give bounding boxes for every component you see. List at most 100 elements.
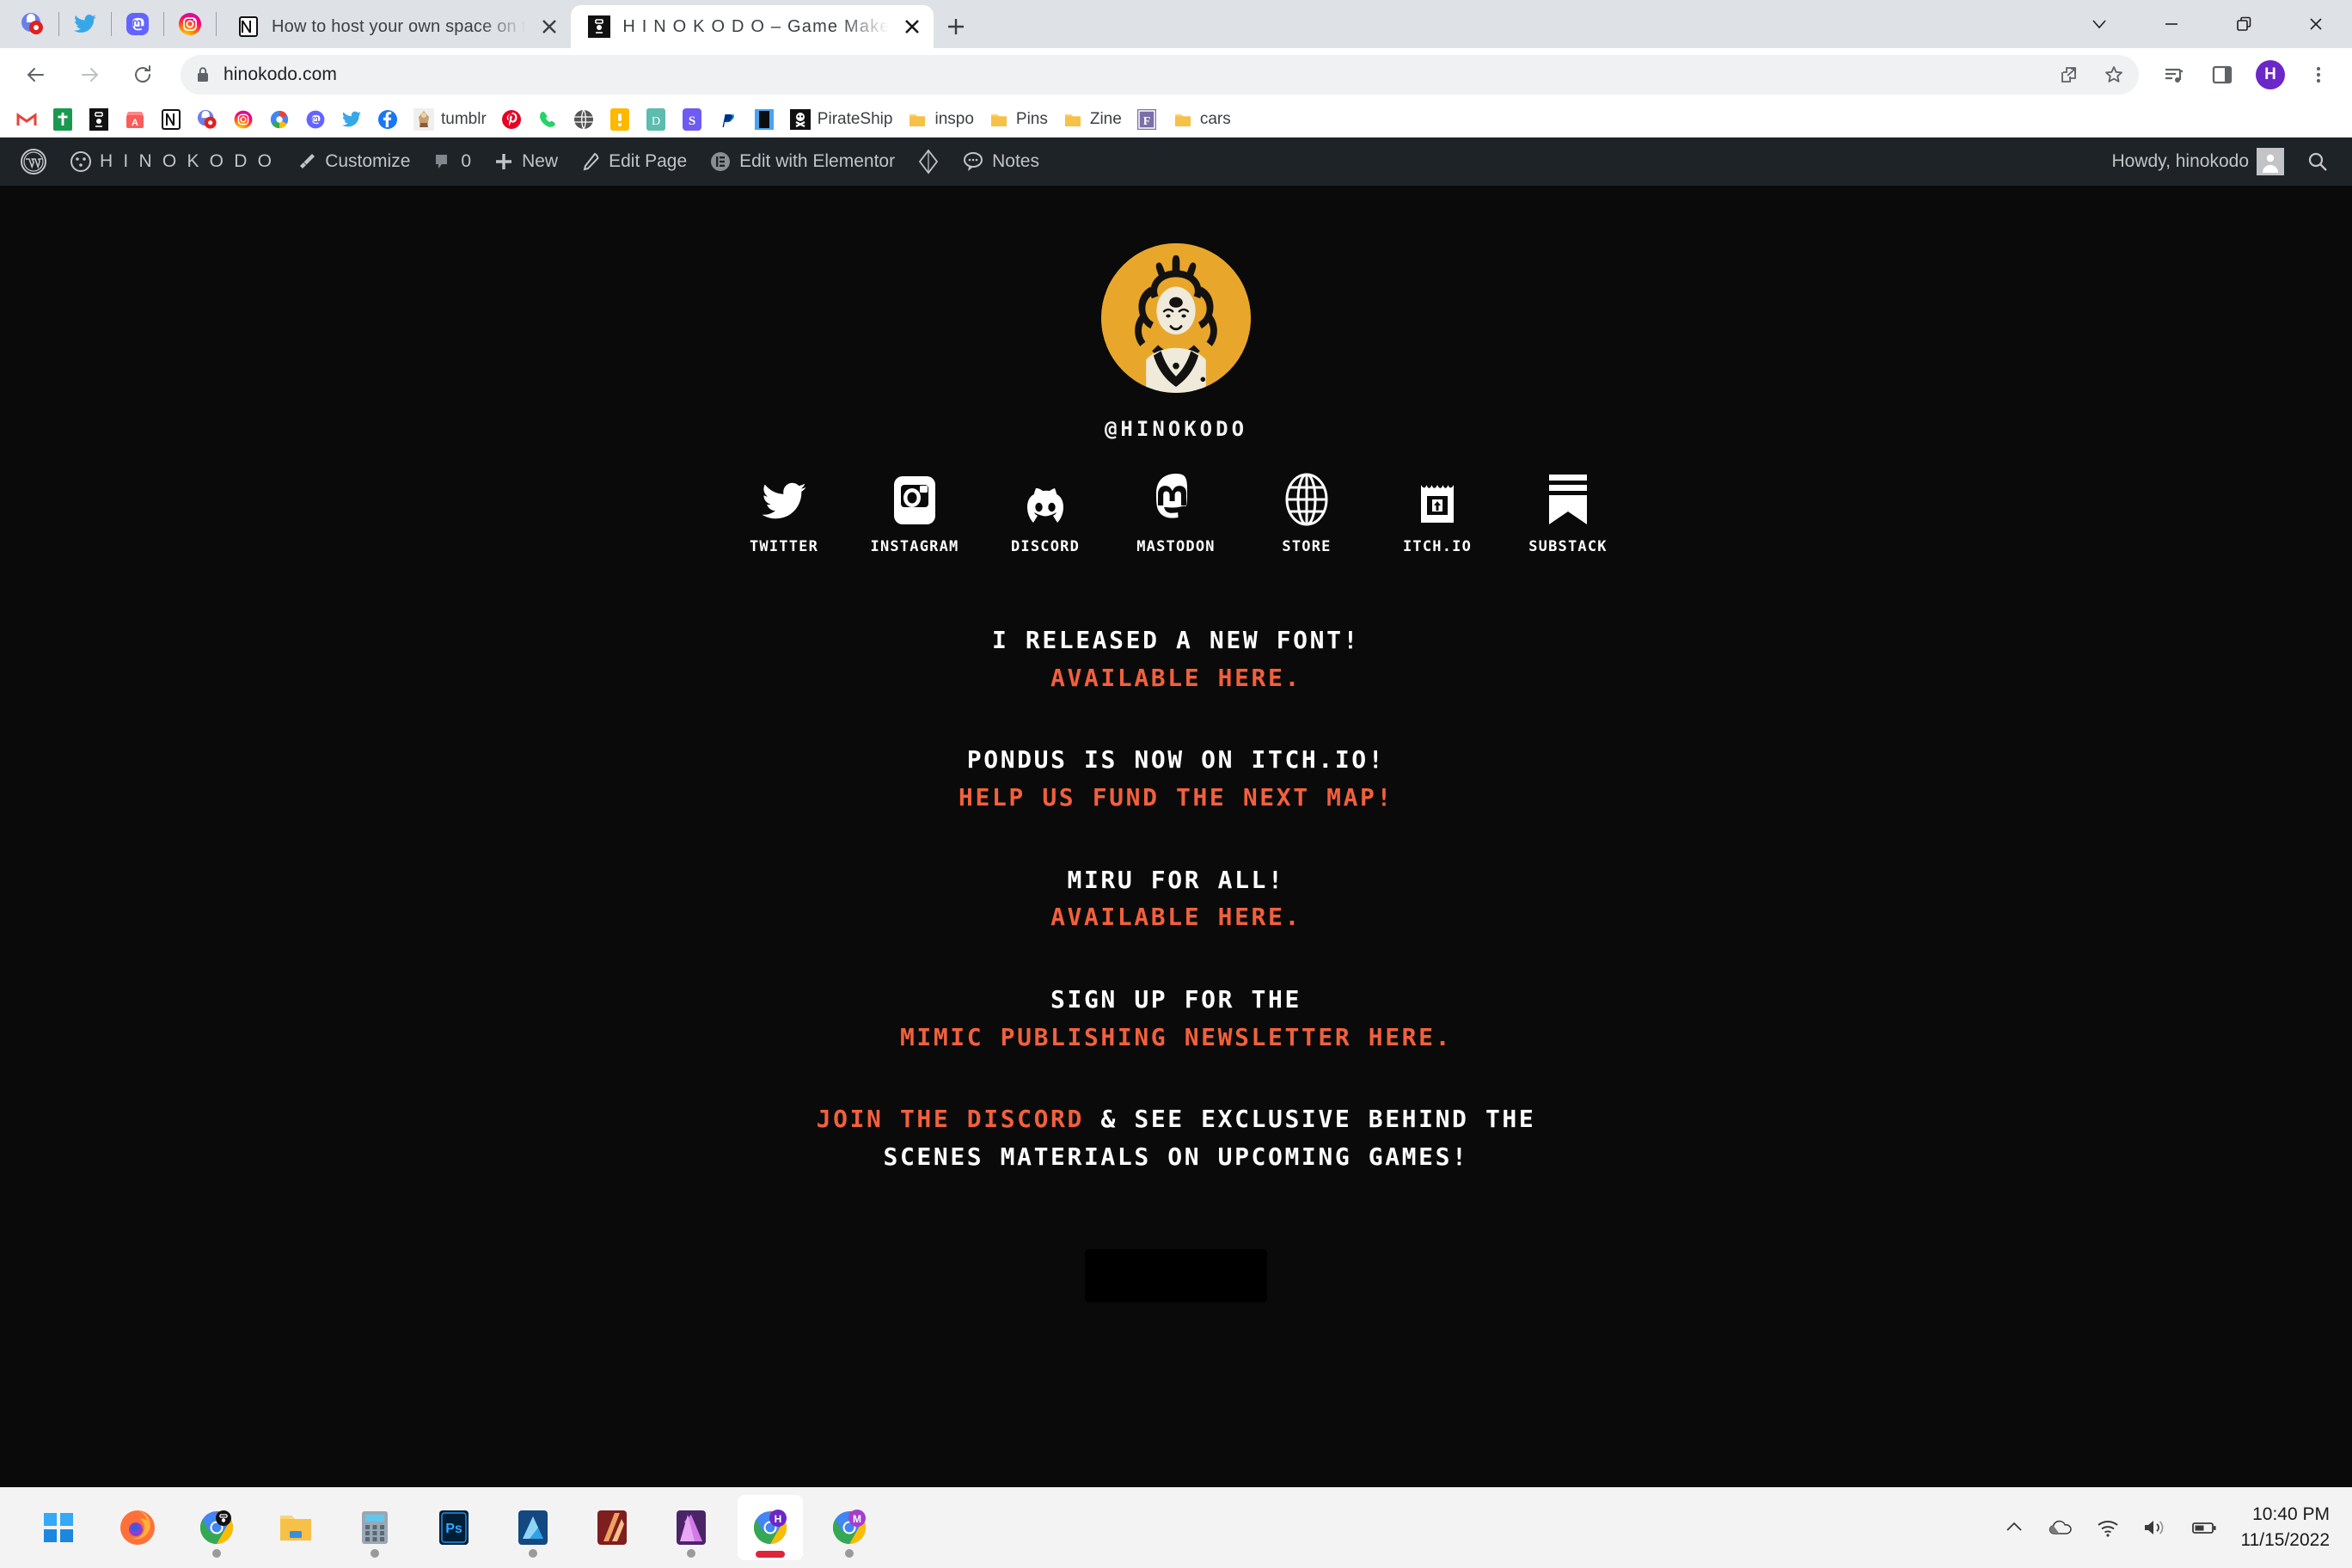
social-link-mastodon[interactable]: MASTODON: [1111, 473, 1241, 555]
wp-account-button[interactable]: Howdy, hinokodo: [2100, 138, 2295, 186]
browser-window: How to host your own space on t H I N O …: [0, 0, 2352, 1487]
restore-button[interactable]: [2208, 0, 2280, 48]
profile-button[interactable]: H: [2249, 53, 2292, 96]
start-button[interactable]: [26, 1495, 91, 1560]
taskbar-calculator[interactable]: [342, 1495, 407, 1560]
calculator-icon: [362, 1511, 388, 1544]
pinned-tab-instagram[interactable]: [168, 3, 212, 46]
bookmark-google-photos-alt[interactable]: [261, 105, 297, 134]
close-button[interactable]: [2280, 0, 2352, 48]
bookmark-blue-square[interactable]: [746, 105, 782, 134]
bookmark-pirateship[interactable]: PirateShip: [782, 105, 900, 134]
new-tab-button[interactable]: [934, 5, 978, 48]
wp-new-button[interactable]: New: [482, 138, 569, 186]
bookmark-instagram[interactable]: [225, 105, 261, 134]
wp-logo-button[interactable]: [9, 138, 58, 186]
taskbar-chrome-profile-m[interactable]: M: [817, 1495, 882, 1560]
bookmark-google-photos[interactable]: [189, 105, 225, 134]
windows-logo: [44, 1513, 73, 1542]
social-link-discord[interactable]: DISCORD: [980, 473, 1111, 555]
wp-site-name[interactable]: H I N O K O D O: [58, 138, 285, 186]
taskbar-firefox[interactable]: [105, 1495, 170, 1560]
wp-elementor-button[interactable]: Edit with Elementor: [698, 138, 906, 186]
active-indicator: [756, 1551, 785, 1558]
taskbar-affinity-photo[interactable]: [579, 1495, 645, 1560]
bookmark-phone[interactable]: [530, 105, 566, 134]
bookmark-yellow-app[interactable]: [602, 105, 638, 134]
folder-icon: [988, 108, 1010, 131]
wp-edit-page-button[interactable]: Edit Page: [569, 138, 698, 186]
bookmark-storefront[interactable]: A: [117, 105, 153, 134]
wp-customize-label: Customize: [325, 151, 411, 171]
wp-comments-button[interactable]: 0: [421, 138, 482, 186]
bookmark-substack[interactable]: S: [674, 105, 710, 134]
taskbar-affinity-publisher[interactable]: [658, 1495, 724, 1560]
svg-text:D: D: [652, 115, 660, 128]
bookmark-folder-cars[interactable]: cars: [1165, 105, 1238, 134]
share-button[interactable]: [2048, 53, 2091, 96]
announcement-link[interactable]: HELP US FUND THE NEXT MAP!: [959, 779, 1393, 817]
show-hidden-icons-chevron[interactable]: [2003, 1516, 2025, 1539]
social-link-instagram[interactable]: INSTAGRAM: [849, 473, 980, 555]
chrome-menu-button[interactable]: [2297, 53, 2340, 96]
taskbar-chrome-profile-h[interactable]: H: [738, 1495, 803, 1560]
social-link-substack[interactable]: SUBSTACK: [1503, 473, 1633, 555]
bookmark-gmail[interactable]: [9, 105, 45, 134]
forward-button[interactable]: [65, 51, 113, 99]
bookmark-pinterest[interactable]: [493, 105, 530, 134]
twitter-icon: [760, 473, 808, 526]
social-link-twitter[interactable]: TWITTER: [719, 473, 849, 555]
announcement-link[interactable]: AVAILABLE HERE.: [1050, 898, 1302, 936]
pinned-tab-google-photos[interactable]: [10, 3, 55, 46]
bookmark-button[interactable]: [2092, 53, 2135, 96]
announcement-link[interactable]: MIMIC PUBLISHING NEWSLETTER HERE.: [900, 1019, 1452, 1057]
wp-diamond-button[interactable]: [906, 138, 951, 186]
discord-icon: [1022, 473, 1069, 526]
bookmark-folder-inspo[interactable]: inspo: [899, 105, 980, 134]
taskbar-photoshop[interactable]: Ps: [421, 1495, 487, 1560]
taskbar-chrome-hinokodo[interactable]: [184, 1495, 249, 1560]
close-icon[interactable]: [536, 14, 562, 40]
bookmark-folder-pins[interactable]: Pins: [981, 105, 1055, 134]
wp-customize-button[interactable]: Customize: [285, 138, 421, 186]
bookmark-facebook[interactable]: [370, 105, 406, 134]
bookmark-hinokodo[interactable]: [81, 105, 117, 134]
bookmark-folder-zine[interactable]: Zine: [1055, 105, 1129, 134]
volume-icon[interactable]: [2142, 1516, 2168, 1539]
social-link-itchio[interactable]: ITCH.IO: [1372, 473, 1503, 555]
bookmark-figma[interactable]: F: [1129, 105, 1165, 134]
social-link-store[interactable]: STORE: [1241, 473, 1372, 555]
bookmark-tumblr[interactable]: tumblr: [406, 105, 493, 134]
bookmark-notion[interactable]: [153, 105, 189, 134]
pinned-tab-twitter[interactable]: [63, 3, 107, 46]
site-handle: @HINOKODO: [1104, 417, 1248, 441]
minimize-to-tray-button[interactable]: [2063, 0, 2135, 48]
bookmark-mastodon[interactable]: [297, 105, 334, 134]
bookmark-bible[interactable]: [45, 105, 81, 134]
wp-notes-button[interactable]: Notes: [951, 138, 1050, 186]
taskbar-affinity-designer[interactable]: [500, 1495, 566, 1560]
bookmark-paypal[interactable]: [710, 105, 746, 134]
tab-hinokodo[interactable]: H I N O K O D O – Game Maker &: [571, 5, 934, 48]
minimize-button[interactable]: [2135, 0, 2208, 48]
taskbar-file-explorer[interactable]: [263, 1495, 328, 1560]
tab-how-to-host[interactable]: How to host your own space on t: [220, 5, 572, 48]
bookmark-twitter[interactable]: [334, 105, 370, 134]
side-panel-button[interactable]: [2201, 53, 2244, 96]
onedrive-icon[interactable]: [2048, 1516, 2073, 1539]
announcement-link[interactable]: AVAILABLE HERE.: [992, 659, 1360, 697]
bookmark-teal-d[interactable]: D: [638, 105, 674, 134]
close-icon[interactable]: [899, 14, 925, 40]
discord-invite-link[interactable]: JOIN THE DISCORD: [817, 1105, 1084, 1133]
battery-icon[interactable]: [2190, 1516, 2218, 1539]
media-control-button[interactable]: [2153, 53, 2196, 96]
wp-search-button[interactable]: [2295, 138, 2340, 186]
taskbar-clock[interactable]: 10:40 PM 11/15/2022: [2240, 1502, 2330, 1553]
pinned-tab-mastodon[interactable]: [115, 3, 160, 46]
wifi-icon[interactable]: [2096, 1516, 2120, 1539]
back-button[interactable]: [12, 51, 60, 99]
affinity-designer-icon: [518, 1510, 548, 1545]
address-bar[interactable]: hinokodo.com: [181, 55, 2139, 95]
bookmark-globe[interactable]: [566, 105, 602, 134]
reload-button[interactable]: [119, 51, 167, 99]
